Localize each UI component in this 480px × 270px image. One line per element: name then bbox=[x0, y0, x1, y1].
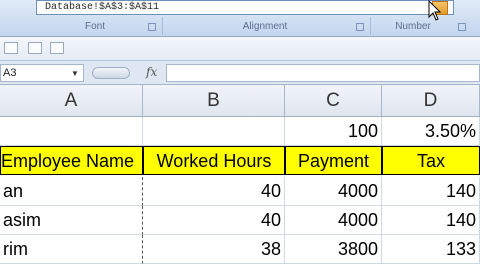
header-employee-name[interactable]: Employee Name bbox=[0, 146, 143, 175]
ribbon-separator bbox=[370, 17, 371, 35]
chevron-down-icon[interactable]: ▼ bbox=[71, 69, 79, 78]
number-group-label: Number bbox=[395, 21, 431, 32]
formula-bar-splitter[interactable] bbox=[92, 67, 130, 79]
ribbon-separator bbox=[162, 17, 163, 35]
alignment-group-label: Alignment bbox=[242, 21, 288, 32]
header-payment[interactable]: Payment bbox=[285, 146, 382, 175]
tax-cell[interactable]: 140 bbox=[382, 177, 480, 206]
font-group-label: Font bbox=[84, 21, 105, 32]
alignment-dialog-launcher[interactable] bbox=[356, 23, 364, 31]
formula-bar: A3 ▼ fx bbox=[0, 61, 480, 85]
spreadsheet-grid: A B C D 100 3.50% Employee Name Worked H… bbox=[0, 85, 480, 270]
employee-name-cell[interactable]: asim bbox=[0, 206, 143, 235]
tax-cell[interactable]: 133 bbox=[382, 235, 480, 264]
insert-function-icon[interactable]: fx bbox=[146, 65, 157, 79]
payment-cell[interactable]: 4000 bbox=[285, 206, 382, 235]
formula-input[interactable] bbox=[166, 64, 480, 82]
payment-cell[interactable]: 4000 bbox=[285, 177, 382, 206]
column-header-d[interactable]: D bbox=[382, 85, 480, 117]
tax-cell[interactable]: 140 bbox=[382, 206, 480, 235]
header-worked-hours[interactable]: Worked Hours bbox=[143, 146, 285, 175]
worked-hours-cell[interactable]: 40 bbox=[143, 177, 285, 206]
font-dialog-launcher[interactable] bbox=[148, 23, 156, 31]
column-header-a[interactable]: A bbox=[0, 85, 143, 117]
cell-d-value[interactable]: 3.50% bbox=[382, 117, 480, 146]
column-header-c[interactable]: C bbox=[285, 85, 382, 117]
toolbar-button[interactable] bbox=[4, 42, 18, 54]
number-dialog-launcher[interactable] bbox=[458, 23, 466, 31]
mouse-pointer-icon bbox=[428, 0, 442, 21]
cell[interactable] bbox=[0, 117, 143, 146]
cell-c-value[interactable]: 100 bbox=[285, 117, 382, 146]
employee-name-cell[interactable]: rim bbox=[0, 235, 143, 264]
toolbar-button[interactable] bbox=[28, 42, 42, 54]
payment-cell[interactable]: 3800 bbox=[285, 235, 382, 264]
ribbon: Database!$A$3:$A$11 Font Alignment Numbe… bbox=[0, 0, 480, 37]
worked-hours-cell[interactable]: 40 bbox=[143, 206, 285, 235]
name-range-tooltip: Database!$A$3:$A$11 bbox=[36, 0, 454, 15]
column-header-b[interactable]: B bbox=[143, 85, 285, 117]
header-tax[interactable]: Tax bbox=[382, 146, 480, 175]
employee-name-cell[interactable]: an bbox=[0, 177, 143, 206]
worked-hours-cell[interactable]: 38 bbox=[143, 235, 285, 264]
quick-toolbar bbox=[0, 37, 480, 61]
cell[interactable] bbox=[143, 117, 285, 146]
toolbar-button[interactable] bbox=[50, 42, 64, 54]
